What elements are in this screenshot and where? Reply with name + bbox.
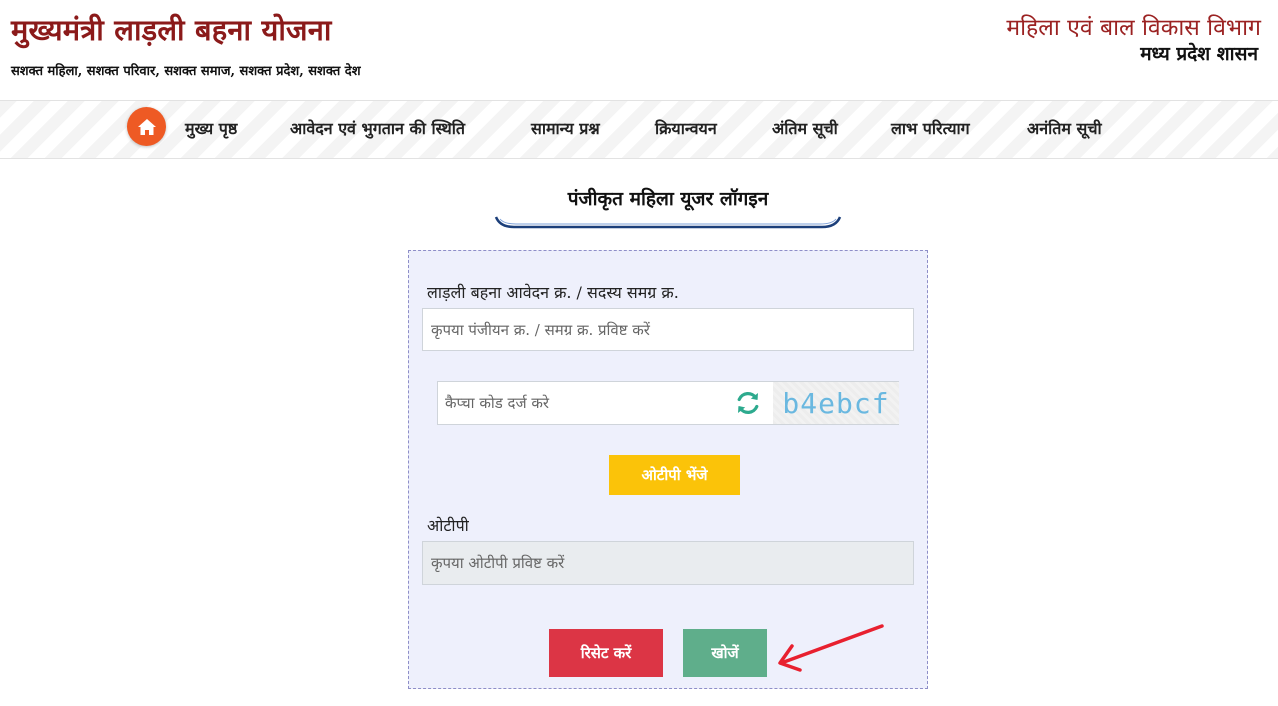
site-header: मुख्यमंत्री लाड़ली बहना योजना सशक्त महिल… xyxy=(0,0,1278,100)
site-title: मुख्यमंत्री लाड़ली बहना योजना xyxy=(11,13,332,47)
otp-label: ओटीपी xyxy=(427,516,469,535)
reset-button[interactable]: रिसेट करें xyxy=(549,629,663,677)
captcha-image: b4ebcf xyxy=(773,382,899,424)
application-number-label: लाड़ली बहना आवेदन क्र. / सदस्य समग्र क्र… xyxy=(427,283,679,302)
home-icon xyxy=(137,118,156,135)
captcha-group: b4ebcf xyxy=(437,381,899,425)
department-name: महिला एवं बाल विकास विभाग xyxy=(1006,15,1261,41)
title-underline xyxy=(494,216,842,229)
search-button[interactable]: खोजें xyxy=(683,629,767,677)
nav-final-list[interactable]: अंतिम सूची xyxy=(772,117,838,139)
nav-benefit-surrender[interactable]: लाभ परित्याग xyxy=(891,117,970,139)
send-otp-button[interactable]: ओटीपी भेंजे xyxy=(609,455,740,495)
refresh-icon[interactable] xyxy=(734,389,762,417)
nav-faq[interactable]: सामान्य प्रश्न xyxy=(531,117,600,139)
login-title: पंजीकृत महिला यूजर लॉगइन xyxy=(567,188,769,210)
government-name: मध्य प्रदेश शासन xyxy=(1140,43,1258,65)
captcha-input[interactable] xyxy=(438,382,728,424)
nav-application-status[interactable]: आवेदन एवं भुगतान की स्थिति xyxy=(290,117,465,139)
nav-implementation[interactable]: क्रियान्वयन xyxy=(655,117,717,139)
annotation-arrow-icon xyxy=(778,624,884,672)
home-button[interactable] xyxy=(127,107,166,146)
nav-provisional-list[interactable]: अनंतिम सूची xyxy=(1027,117,1102,139)
application-number-input[interactable] xyxy=(422,308,914,351)
nav-home[interactable]: मुख्य पृष्ठ xyxy=(185,117,237,139)
otp-input[interactable] xyxy=(422,541,914,585)
site-tagline: सशक्त महिला, सशक्त परिवार, सशक्त समाज, स… xyxy=(11,64,361,79)
